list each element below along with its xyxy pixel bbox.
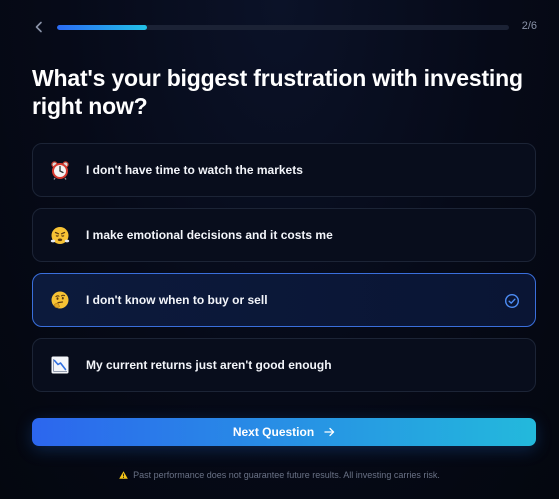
thinking-face-icon <box>49 289 71 311</box>
option-label: I don't know when to buy or sell <box>86 293 268 307</box>
top-bar: 2/6 <box>0 0 559 56</box>
option-label: I don't have time to watch the markets <box>86 163 303 177</box>
next-question-label: Next Question <box>232 425 315 439</box>
warning-icon <box>119 471 128 479</box>
question-title: What's your biggest frustration with inv… <box>32 65 523 119</box>
answer-options: I don't have time to watch the markets I… <box>32 143 536 403</box>
alarm-clock-icon <box>49 159 71 181</box>
option-low-returns[interactable]: My current returns just aren't good enou… <box>32 338 536 392</box>
risk-disclaimer: Past performance does not guarantee futu… <box>0 470 559 480</box>
option-buy-sell-timing[interactable]: I don't know when to buy or sell <box>32 273 536 327</box>
steaming-face-icon <box>49 224 71 246</box>
check-circle-icon <box>504 293 520 309</box>
option-no-time[interactable]: I don't have time to watch the markets <box>32 143 536 197</box>
disclaimer-text: Past performance does not guarantee futu… <box>133 470 440 480</box>
step-counter: 2/6 <box>521 20 537 32</box>
chart-decreasing-icon <box>49 354 71 376</box>
back-button[interactable] <box>31 19 47 35</box>
progress-bar-fill <box>57 25 148 30</box>
arrow-right-icon <box>324 427 335 437</box>
chevron-left-icon <box>35 21 42 33</box>
progress-bar <box>57 25 509 30</box>
option-emotional-decisions[interactable]: I make emotional decisions and it costs … <box>32 208 536 262</box>
next-question-button[interactable]: Next Question <box>32 418 536 446</box>
option-label: I make emotional decisions and it costs … <box>86 228 333 242</box>
option-label: My current returns just aren't good enou… <box>86 358 332 372</box>
